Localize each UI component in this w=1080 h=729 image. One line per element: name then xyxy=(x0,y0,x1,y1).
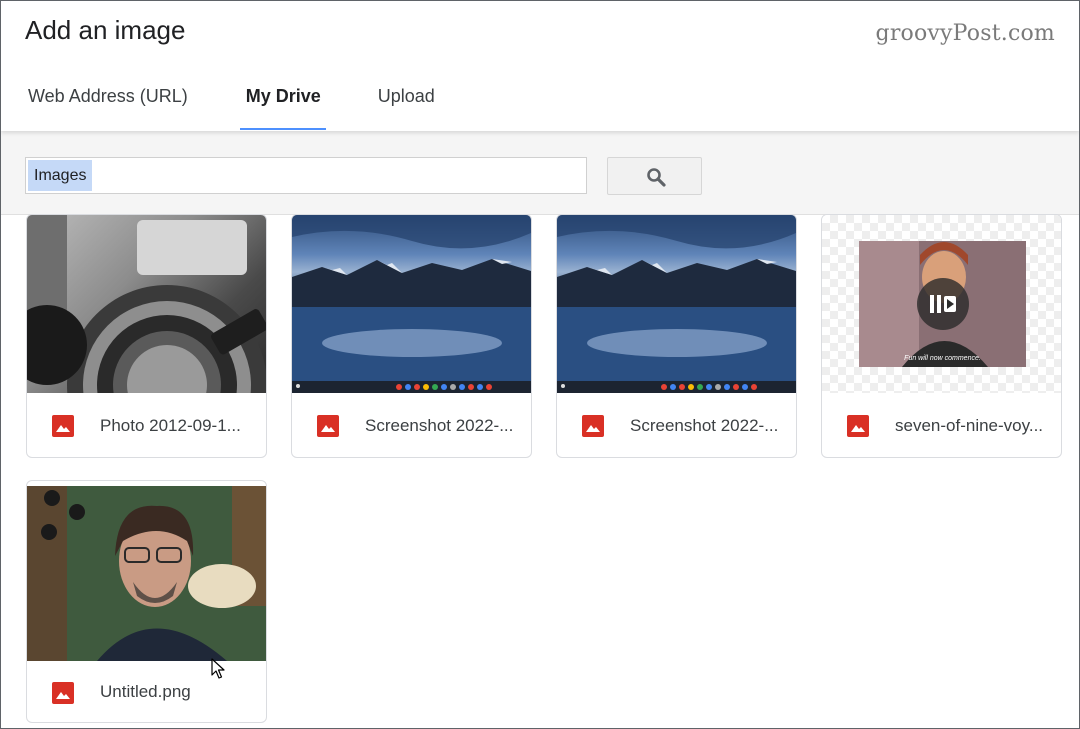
file-card[interactable]: Photo 2012-09-1... xyxy=(26,214,267,458)
portrait-image xyxy=(27,486,266,661)
mountain-lake-image xyxy=(292,215,531,381)
file-card[interactable]: Screenshot 2022-... xyxy=(291,214,532,458)
image-file-icon xyxy=(52,682,74,704)
search-button[interactable] xyxy=(607,157,702,195)
dialog-title: Add an image xyxy=(25,15,186,45)
file-name: Photo 2012-09-1... xyxy=(100,416,241,435)
image-file-icon xyxy=(52,415,74,437)
tab-web-address[interactable]: Web Address (URL) xyxy=(28,71,188,130)
file-name: Screenshot 2022-... xyxy=(630,416,779,435)
file-name: seven-of-nine-voy... xyxy=(895,416,1044,435)
file-thumbnail xyxy=(27,215,266,393)
tab-my-drive[interactable]: My Drive xyxy=(239,71,326,130)
dialog-header: Add an image groovyPost.com Web Address … xyxy=(1,1,1079,131)
file-thumbnail: Fun will now commence. xyxy=(822,215,1061,393)
mouse-cursor-icon xyxy=(211,658,225,679)
file-name: Screenshot 2022-... xyxy=(365,416,514,435)
file-card[interactable]: Fun will now commence. seven-of-nine-voy… xyxy=(821,214,1062,458)
image-file-icon xyxy=(847,415,869,437)
gif-caption: Fun will now commence. xyxy=(904,355,981,362)
file-card[interactable]: Untitled.png xyxy=(26,480,267,723)
gif-clip-image xyxy=(859,241,1026,367)
headphones-image xyxy=(27,215,266,393)
file-name: Untitled.png xyxy=(100,682,191,701)
tab-upload[interactable]: Upload xyxy=(378,71,435,130)
mountain-lake-image xyxy=(557,215,796,381)
search-bar: Images xyxy=(1,131,1079,215)
watermark: groovyPost.com xyxy=(875,21,1055,46)
file-grid: Photo 2012-09-1... Screenshot 2022-... S… xyxy=(1,214,1079,728)
taskbar xyxy=(557,381,796,393)
file-thumbnail xyxy=(27,486,266,661)
file-thumbnail xyxy=(292,215,531,393)
taskbar xyxy=(292,381,531,393)
image-file-icon xyxy=(582,415,604,437)
search-input[interactable]: Images xyxy=(25,157,587,194)
image-file-icon xyxy=(317,415,339,437)
add-image-dialog: Add an image groovyPost.com Web Address … xyxy=(0,0,1080,729)
search-input-value: Images xyxy=(28,160,93,191)
search-icon xyxy=(647,168,666,187)
file-thumbnail xyxy=(557,215,796,393)
tab-bar: Web Address (URL) My Drive Upload xyxy=(1,71,435,131)
file-card[interactable]: Screenshot 2022-... xyxy=(556,214,797,458)
